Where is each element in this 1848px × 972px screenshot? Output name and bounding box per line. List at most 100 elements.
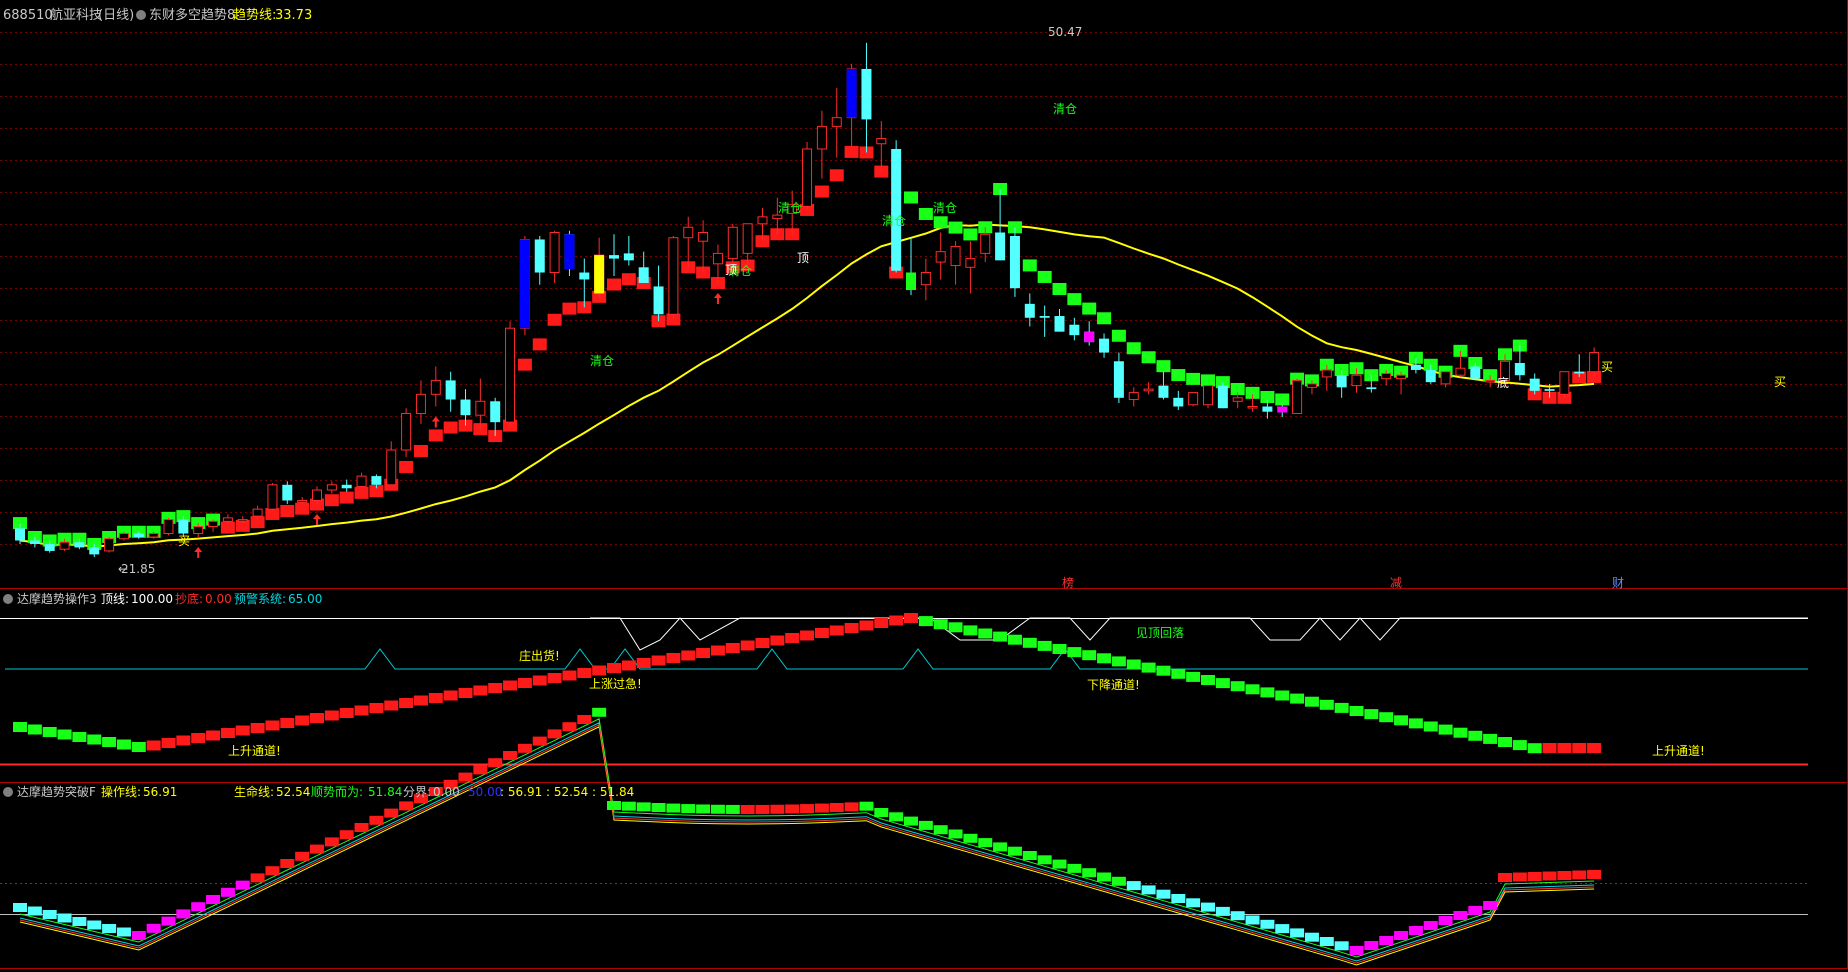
breakout-block <box>636 802 651 812</box>
oscillator-block <box>532 675 547 686</box>
candle-body <box>623 253 634 261</box>
breakout-block <box>1334 941 1349 951</box>
candle-body <box>1203 385 1213 406</box>
annotation-dealer-sell: 庄出货! <box>519 648 560 663</box>
oscillator-block <box>428 693 443 703</box>
panel3-toggle-icon[interactable] <box>3 787 13 797</box>
breakout-block <box>1156 889 1171 899</box>
chart-canvas[interactable]: 688510 航亚科技 (日线) 东财多空趋势8 趋势线: 33.73 50.4… <box>0 0 1848 969</box>
oscillator-block <box>161 738 176 748</box>
oscillator-block <box>651 655 666 666</box>
breakout-block <box>1171 894 1186 903</box>
oscillator-block <box>1364 709 1379 720</box>
candle-body <box>1262 406 1273 412</box>
oscillator-block <box>800 630 815 641</box>
oscillator-block <box>1408 718 1423 729</box>
candle-body <box>237 519 248 522</box>
breakout-block <box>1201 902 1215 912</box>
oscillator-block <box>191 733 206 743</box>
highlight-candle <box>594 255 605 294</box>
candle-body <box>326 484 337 491</box>
oscillator-block <box>1290 693 1305 704</box>
breakout-block <box>1290 928 1305 938</box>
breakout-block <box>102 924 117 933</box>
breakout-block <box>1111 876 1126 886</box>
candle-body <box>1425 369 1436 383</box>
signal-bottom-1: 底 <box>1497 375 1509 390</box>
candle-body <box>1306 383 1317 388</box>
breakout-block <box>220 887 235 897</box>
oscillator-block <box>87 734 102 745</box>
panel3-indicator-name[interactable]: 达摩趋势突破F <box>17 784 96 799</box>
candle-body <box>1069 324 1080 336</box>
candle-body <box>133 533 144 537</box>
trend-block <box>354 486 369 499</box>
breakout-block <box>889 812 904 822</box>
oscillator-block <box>904 613 918 623</box>
candle-body <box>1009 235 1020 289</box>
candle-body <box>1559 371 1570 395</box>
bottom-mark-1: 减 <box>1390 576 1402 590</box>
oscillator-block <box>72 732 87 742</box>
oscillator-block <box>666 653 681 663</box>
breakout-block <box>116 927 131 937</box>
breakout-block <box>904 816 918 826</box>
breakout-block <box>1215 906 1230 916</box>
panel2-indicator-name[interactable]: 达摩趋势操作3 <box>17 591 97 606</box>
breakout-block <box>27 906 42 916</box>
candle-body <box>401 412 412 451</box>
candle-body <box>876 138 887 145</box>
oscillator-block <box>1304 696 1319 707</box>
candle-body <box>1336 375 1347 388</box>
breakout-block <box>1022 851 1037 860</box>
breakout-block <box>874 808 889 817</box>
oscillator-block <box>829 625 844 636</box>
breakout-block <box>1364 941 1379 950</box>
oscillator-block <box>993 631 1008 642</box>
trend-block <box>532 338 547 351</box>
candle-body <box>430 379 441 395</box>
oscillator-block <box>740 640 755 651</box>
oscillator-block <box>1245 684 1260 695</box>
candle-body <box>89 547 100 555</box>
indicator-toggle-icon[interactable] <box>136 10 146 20</box>
annotation-up-channel-2: 上升通道! <box>1652 744 1705 758</box>
breakout-block <box>1512 872 1527 882</box>
panel2-header: 达摩趋势操作3 顶线: 100.00 抄底: 0.00 预警系统: 65.00 <box>3 591 322 606</box>
candle-body <box>282 484 293 501</box>
oscillator-block <box>607 663 621 673</box>
oscillator-block <box>1260 687 1275 698</box>
annotation-top-fall: 见顶回落 <box>1136 626 1184 640</box>
trend-block <box>295 502 310 515</box>
candle-body <box>178 519 189 534</box>
oscillator-block <box>1557 743 1572 753</box>
oscillator-block <box>324 710 339 721</box>
panel2-top-value: 100.00 <box>131 592 173 606</box>
candle-body <box>1321 369 1332 378</box>
oscillator-block <box>1230 681 1245 692</box>
oscillator-block <box>1319 699 1334 710</box>
candle-body <box>59 541 70 550</box>
candle-body <box>609 255 619 259</box>
candle-body <box>222 517 233 522</box>
oscillator-block <box>1037 640 1052 651</box>
candle-body <box>831 117 842 127</box>
oscillator-block <box>146 740 161 751</box>
candle-body <box>683 226 694 239</box>
trend-block <box>814 185 829 198</box>
trend-block <box>547 313 562 326</box>
panel2-toggle-icon[interactable] <box>3 594 13 604</box>
breakout-block <box>354 823 369 832</box>
oscillator-block <box>1052 644 1067 654</box>
oscillator-block <box>621 660 636 671</box>
trend-block <box>1067 293 1082 306</box>
main-indicator-name[interactable]: 东财多空趋势8 <box>149 7 235 23</box>
oscillator-block <box>933 619 948 630</box>
candle-body <box>1351 374 1362 387</box>
oscillator-block <box>889 615 904 626</box>
candle-body <box>1396 374 1407 380</box>
oscillator-block <box>1275 690 1290 701</box>
oscillator-block <box>1572 743 1587 753</box>
annotation-up-channel-1: 上升通道! <box>228 744 281 758</box>
trend-block <box>399 460 414 473</box>
